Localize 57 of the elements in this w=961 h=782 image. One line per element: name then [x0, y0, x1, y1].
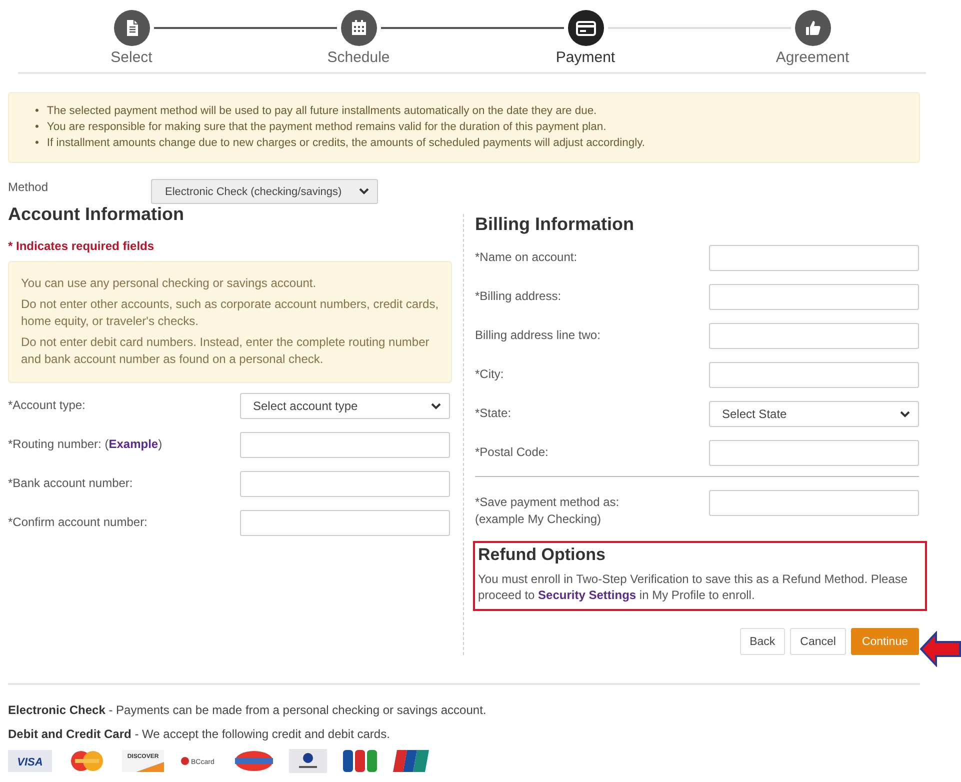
field-label: Billing address line two:: [475, 327, 602, 344]
step-label: Select: [110, 49, 152, 66]
section-heading: Billing Information: [475, 214, 635, 235]
input-field[interactable]: [709, 323, 919, 349]
method-label: Method: [8, 179, 50, 194]
field-label: *Save payment method as:: [475, 494, 620, 511]
card-logo-icon: [234, 750, 274, 772]
footer-text: Debit and Credit Card - We accept the following credit and debit cards.: [8, 726, 391, 742]
field-label: *Bank account number:: [8, 475, 134, 492]
field-label: *Confirm account number:: [8, 514, 148, 531]
input-field[interactable]: [709, 490, 919, 516]
section-heading: Refund Options: [478, 545, 606, 565]
select-dropdown[interactable]: Select account type: [240, 393, 450, 419]
field-label: *Name on account:: [475, 249, 578, 266]
input-field[interactable]: [240, 432, 450, 458]
notice-text: If installment amounts change due to new charges or credits, the amounts of scheduled payments will adjust accordingly.: [46, 136, 645, 151]
info-text: Do not enter debit card numbers. Instead, enter the complete routing number and bank account number as found on a personal check.: [21, 334, 430, 368]
field-label: *Account type:: [8, 397, 86, 414]
field-label: *City:: [475, 366, 505, 383]
required-note: * Indicates required fields: [8, 239, 156, 253]
select-dropdown[interactable]: Select State: [709, 401, 919, 427]
chevron-down-icon: [431, 402, 441, 410]
field-label: *Postal Code:: [475, 444, 550, 461]
field-hint: (example My Checking): [475, 511, 602, 528]
footer-text: Electronic Check - Payments can be made from a personal checking or savings account.: [8, 702, 488, 718]
input-field[interactable]: [240, 471, 450, 497]
bullet-marker: •: [35, 104, 39, 119]
field-label: *Billing address:: [475, 288, 562, 305]
method-dropdown[interactable]: Electronic Check (checking/savings): [151, 179, 378, 204]
pointer-arrow: [920, 631, 961, 667]
card-logo: VISA: [8, 750, 52, 772]
card-logo-icon: [342, 749, 378, 773]
action-button[interactable]: Back: [740, 628, 786, 655]
notice-text: The selected payment method will be used to pay all future installments automatically on the date they are due.: [46, 104, 597, 119]
chevron-down-icon: [359, 188, 369, 195]
card-logo-icon: [289, 749, 327, 773]
card-logo-icon: [393, 749, 429, 773]
field-label: *State:: [475, 405, 512, 422]
chevron-down-icon: [900, 410, 910, 418]
input-field[interactable]: [709, 284, 919, 310]
input-field[interactable]: [709, 440, 919, 466]
step-label: Schedule: [327, 49, 390, 66]
input-field[interactable]: [709, 362, 919, 388]
credit-card-icon: [574, 18, 596, 38]
notice-text: You are responsible for making sure that the payment method remains valid for the duration of this payment plan.: [46, 120, 606, 135]
info-text: You can use any personal checking or savings account.: [21, 275, 318, 292]
bullet-marker: •: [35, 120, 39, 135]
field-label: *Routing number: (Example): [8, 436, 164, 453]
info-text: Do not enter other accounts, such as corporate account numbers, credit cards, home equity, or traveler's checks.: [21, 296, 439, 330]
input-field[interactable]: [240, 510, 450, 536]
step-label: Payment: [556, 49, 616, 66]
section-heading: Account Information: [8, 204, 185, 225]
input-field[interactable]: [709, 245, 919, 271]
step-label: Agreement: [776, 49, 850, 66]
action-button[interactable]: Cancel: [790, 628, 846, 655]
bullet-marker: •: [35, 136, 39, 151]
refund-text: You must enroll in Two-Step Verification to save this as a Refund Method. Please proceed to Security Settings in My Profile to enroll.: [478, 571, 909, 603]
